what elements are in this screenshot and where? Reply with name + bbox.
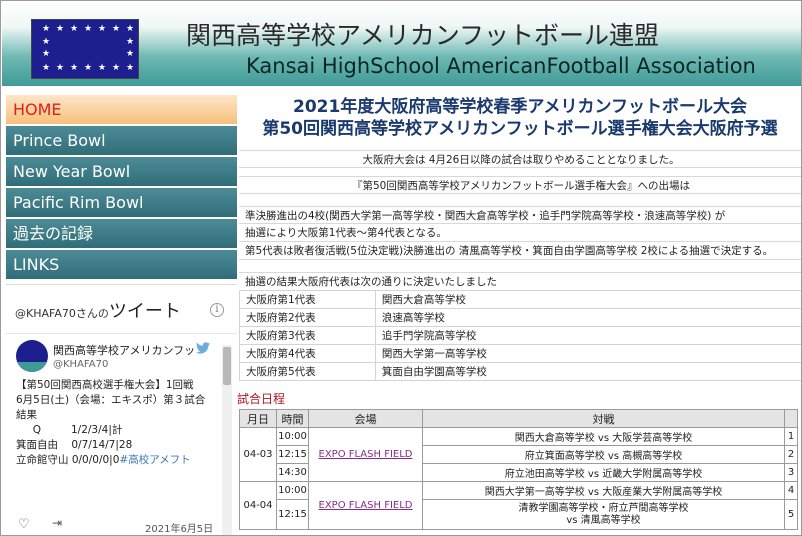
twitter-scrollbar-thumb[interactable] — [223, 347, 231, 385]
avatar[interactable] — [16, 340, 48, 372]
twitter-widget-header: @KHAFA70さんのツイート — [15, 297, 181, 323]
association-flag-logo: ★ ★ ★ ★ ★ ★ ★ ★ ★ ★ ★ ★ ★ ★ ★ ★ ★ ★ — [31, 19, 139, 79]
tweet-line: Q 1/2/3/4|計 — [16, 424, 123, 436]
site-title-english: Kansai HighSchool AmericanFootball Assoc… — [246, 54, 756, 78]
notice-lottery: 抽選により大阪第1代表～第4代表となる。 — [239, 224, 801, 242]
nav-item-past-records[interactable]: 過去の記録 — [6, 219, 237, 248]
table-row: 大阪府第1代表 関西大倉高等学校 — [239, 290, 801, 309]
tweet-line: 6月5日(土)（会場：エキスポ）第３試合 — [16, 394, 206, 406]
venue-link[interactable]: EXPO FLASH FIELD — [319, 500, 413, 511]
column-header-date: 月日 — [239, 409, 277, 428]
site-header: ★ ★ ★ ★ ★ ★ ★ ★ ★ ★ ★ ★ ★ ★ ★ ★ ★ ★ 関西高等学校アメリカンフットボール連… — [2, 2, 801, 86]
column-header-venue: 会場 — [308, 409, 423, 428]
tweet-date[interactable]: 2021年6月5日 — [145, 520, 213, 535]
representatives-table: 大阪府第1代表 関西大倉高等学校 大阪府第2代表 浪速高等学校 大阪府第3代表 追手門… — [239, 290, 801, 381]
event-title-line-2: 第50回関西高等学校アメリカンフットボール選手権大会大阪府予選 — [262, 119, 778, 139]
notice-qualification: 『第50回関西高等学校アメリカンフットボール選手権大会』への出場は — [239, 176, 801, 194]
venue-link[interactable]: EXPO FLASH FIELD — [319, 449, 413, 460]
tweet-account-handle[interactable]: @KHAFA70 — [53, 359, 108, 370]
tweet-line: 結果 — [16, 409, 37, 421]
tweet-hashtag-link[interactable]: #高校アメフト — [119, 454, 190, 466]
tweet-text: 【第50回関西高校選手権大会】1回戦 6月5日(土)（会場：エキスポ）第３試合 … — [16, 378, 216, 468]
nav-item-pacific-rim-bowl[interactable]: Pacific Rim Bowl — [6, 188, 237, 217]
table-header-row: 月日 時間 会場 対戦 — [239, 409, 798, 428]
table-row: 大阪府第4代表 関西大学第一高等学校 — [239, 344, 801, 363]
schedule-table: 月日 時間 会場 対戦 04-03 10:00 EXPO FLASH FIELD… — [239, 409, 798, 530]
twitter-timeline-widget: @KHAFA70さんのツイート i 関西高等学校アメリカンフッ @KHAFA70… — [6, 284, 237, 535]
column-header-time: 時間 — [276, 409, 309, 428]
twitter-heading: ツイート — [108, 301, 181, 322]
page-frame: ★ ★ ★ ★ ★ ★ ★ ★ ★ ★ ★ ★ ★ ★ ★ ★ ★ ★ 関西高等学校アメリカンフットボール連… — [0, 0, 802, 536]
table-row: 大阪府第5代表 箕面自由学園高等学校 — [239, 362, 801, 381]
divider — [6, 333, 237, 334]
table-row: 04-03 10:00 EXPO FLASH FIELD 関西大倉高等学校 vs… — [239, 427, 798, 482]
info-icon[interactable]: i — [210, 303, 224, 317]
table-row: 04-04 10:00 EXPO FLASH FIELD 関西大学第一高等学校 … — [239, 481, 798, 530]
tweet-line: 箕面自由 0/7/14/7|28 — [16, 439, 133, 451]
twitter-bird-icon[interactable] — [196, 342, 210, 354]
tweet-line: 【第50回関西高校選手権大会】1回戦 — [16, 379, 194, 391]
nav-item-new-year-bowl[interactable]: New Year Bowl — [6, 157, 237, 186]
tweet-line: 立命館守山 0/0/0/0|0 — [16, 454, 120, 466]
notice-semifinal: 準決勝進出の4校(関西大学第一高等学校・関西大倉高等学校・追手門学院高等学校・浪… — [239, 206, 801, 224]
heart-icon[interactable]: ♡ — [18, 517, 30, 532]
schedule-heading: 試合日程 — [237, 392, 286, 406]
table-row: 大阪府第3代表 追手門学院高等学校 — [239, 326, 801, 345]
nav-item-prince-bowl[interactable]: Prince Bowl — [6, 126, 237, 155]
event-title-line-1: 2021年度大阪府高等学校春季アメリカンフットボール大会 — [293, 97, 747, 117]
nav-item-home[interactable]: HOME — [6, 95, 237, 124]
notice-fifth-rep: 第5代表は敗者復活戦(5位決定戦)決勝進出の 清風高等学校・箕面自由学園高等学校… — [239, 242, 801, 260]
twitter-handle-prefix[interactable]: @KHAFA70さんの — [15, 307, 109, 320]
schedule-date: 04-03 — [239, 427, 277, 482]
share-icon[interactable]: ⇥ — [52, 516, 62, 530]
schedule-date: 04-04 — [239, 481, 277, 530]
column-header-match: 対戦 — [422, 409, 785, 428]
notice-cancellation: 大阪府大会は 4月26日以降の試合は取りやめることとなりました。 — [239, 150, 801, 168]
notice-result: 抽選の結果大阪府代表は次の通りに決定いたしました — [239, 272, 801, 290]
table-row: 大阪府第2代表 浪速高等学校 — [239, 308, 801, 327]
main-content: 2021年度大阪府高等学校春季アメリカンフットボール大会 第50回関西高等学校ア… — [237, 90, 801, 535]
nav-item-links[interactable]: LINKS — [6, 250, 237, 279]
event-title: 2021年度大阪府高等学校春季アメリカンフットボール大会 第50回関西高等学校ア… — [237, 96, 801, 140]
site-title-japanese: 関西高等学校アメリカンフットボール連盟 — [186, 21, 660, 50]
sidebar-nav: HOME Prince Bowl New Year Bowl Pacific R… — [6, 95, 237, 281]
tweet-account-name[interactable]: 関西高等学校アメリカンフッ — [53, 342, 205, 358]
